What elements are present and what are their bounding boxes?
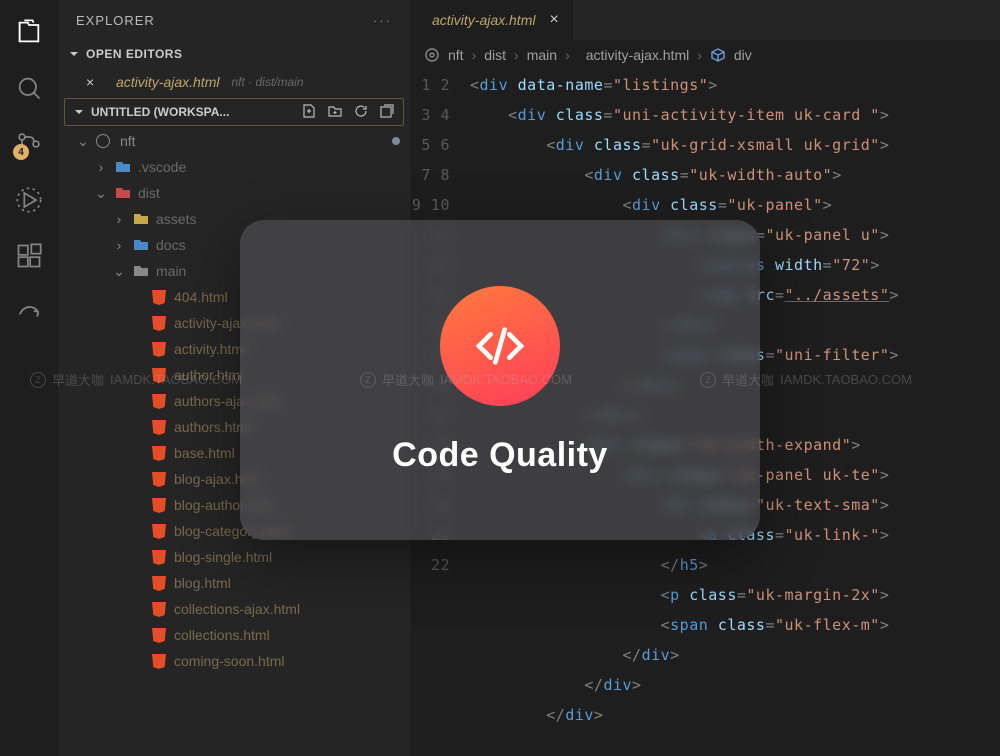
folder-icon bbox=[132, 262, 150, 280]
chevron-down-icon: ⌄ bbox=[94, 185, 108, 202]
html-file-icon bbox=[150, 340, 168, 358]
open-editors-header[interactable]: OPEN EDITORS bbox=[58, 40, 410, 68]
html-file-icon bbox=[150, 418, 168, 436]
close-icon[interactable]: × bbox=[86, 74, 100, 90]
folder-icon bbox=[114, 158, 132, 176]
activity-bar: 4 bbox=[0, 0, 58, 756]
sidebar-header: EXPLORER ··· bbox=[58, 0, 410, 40]
overlay-card: Code Quality bbox=[240, 220, 760, 540]
tree-file[interactable]: blog.html bbox=[58, 570, 410, 596]
breadcrumb-sep: › bbox=[697, 47, 702, 63]
breadcrumb-item[interactable]: nft bbox=[448, 47, 464, 63]
chevron-right-icon: › bbox=[94, 159, 108, 175]
cube-icon bbox=[710, 47, 726, 63]
breadcrumbs[interactable]: nft › dist › main › activity-ajax.html › div bbox=[410, 40, 1000, 70]
new-folder-icon[interactable] bbox=[327, 103, 343, 122]
html-file-icon bbox=[150, 574, 168, 592]
folder-icon bbox=[114, 184, 132, 202]
chevron-right-icon: › bbox=[112, 211, 126, 227]
chevron-down-icon bbox=[73, 106, 85, 118]
tree-folder-root[interactable]: ⌄nft bbox=[58, 128, 410, 154]
html-file-icon bbox=[150, 392, 168, 410]
html-file-icon bbox=[150, 444, 168, 462]
breadcrumb-item[interactable]: main bbox=[527, 47, 557, 63]
open-editor-item[interactable]: × activity-ajax.html nft · dist/main bbox=[58, 68, 410, 96]
source-control-icon[interactable]: 4 bbox=[15, 130, 43, 158]
workspace-actions bbox=[301, 103, 395, 122]
chevron-down-icon bbox=[68, 48, 80, 60]
open-editor-path: nft · dist/main bbox=[231, 75, 303, 89]
html-file-icon bbox=[150, 652, 168, 670]
breadcrumb-item[interactable]: activity-ajax.html bbox=[586, 47, 689, 63]
circle-icon bbox=[96, 134, 110, 148]
tree-file[interactable]: coming-soon.html bbox=[58, 648, 410, 674]
share-icon[interactable] bbox=[15, 298, 43, 326]
code-icon bbox=[440, 286, 560, 406]
open-editor-name: activity-ajax.html bbox=[116, 74, 219, 90]
folder-icon bbox=[132, 236, 150, 254]
overlay-title: Code Quality bbox=[392, 436, 608, 475]
extensions-icon[interactable] bbox=[15, 242, 43, 270]
sidebar-title: EXPLORER bbox=[76, 13, 155, 28]
editor-tabs: activity-ajax.html × bbox=[410, 0, 1000, 40]
chevron-down-icon: ⌄ bbox=[76, 133, 90, 150]
breadcrumb-sep: › bbox=[514, 47, 519, 63]
search-icon[interactable] bbox=[15, 74, 43, 102]
editor-tab[interactable]: activity-ajax.html × bbox=[410, 0, 573, 40]
tab-label: activity-ajax.html bbox=[432, 12, 535, 28]
new-file-icon[interactable] bbox=[301, 103, 317, 122]
tree-folder[interactable]: ⌄dist bbox=[58, 180, 410, 206]
sidebar-more-icon[interactable]: ··· bbox=[373, 13, 392, 28]
workspace-header[interactable]: UNTITLED (WORKSPA... bbox=[64, 98, 404, 126]
breadcrumb-sep: › bbox=[472, 47, 477, 63]
html-file-icon bbox=[150, 366, 168, 384]
tree-file[interactable]: blog-single.html bbox=[58, 544, 410, 570]
modified-dot-icon bbox=[392, 137, 400, 145]
html-file-icon bbox=[150, 600, 168, 618]
debug-icon[interactable] bbox=[15, 186, 43, 214]
html-file-icon bbox=[150, 626, 168, 644]
tree-file[interactable]: collections-ajax.html bbox=[58, 596, 410, 622]
explorer-icon[interactable] bbox=[15, 18, 43, 46]
chevron-down-icon: ⌄ bbox=[112, 263, 126, 280]
html-file-icon bbox=[150, 548, 168, 566]
chevron-right-icon: › bbox=[112, 237, 126, 253]
close-icon[interactable]: × bbox=[549, 11, 558, 29]
breadcrumb-item[interactable]: div bbox=[734, 47, 752, 63]
tree-folder[interactable]: ›.vscode bbox=[58, 154, 410, 180]
open-editors-label: OPEN EDITORS bbox=[86, 47, 182, 61]
breadcrumb-sep: › bbox=[565, 47, 570, 63]
source-control-badge: 4 bbox=[13, 144, 29, 160]
workspace-label: UNTITLED (WORKSPA... bbox=[91, 105, 229, 119]
target-icon bbox=[424, 47, 440, 63]
html-file-icon bbox=[150, 314, 168, 332]
html-file-icon bbox=[150, 522, 168, 540]
refresh-icon[interactable] bbox=[353, 103, 369, 122]
tree-file[interactable]: collections.html bbox=[58, 622, 410, 648]
html-file-icon bbox=[150, 288, 168, 306]
folder-icon bbox=[132, 210, 150, 228]
html-file-icon bbox=[150, 496, 168, 514]
html-file-icon bbox=[150, 470, 168, 488]
collapse-icon[interactable] bbox=[379, 103, 395, 122]
breadcrumb-item[interactable]: dist bbox=[484, 47, 506, 63]
